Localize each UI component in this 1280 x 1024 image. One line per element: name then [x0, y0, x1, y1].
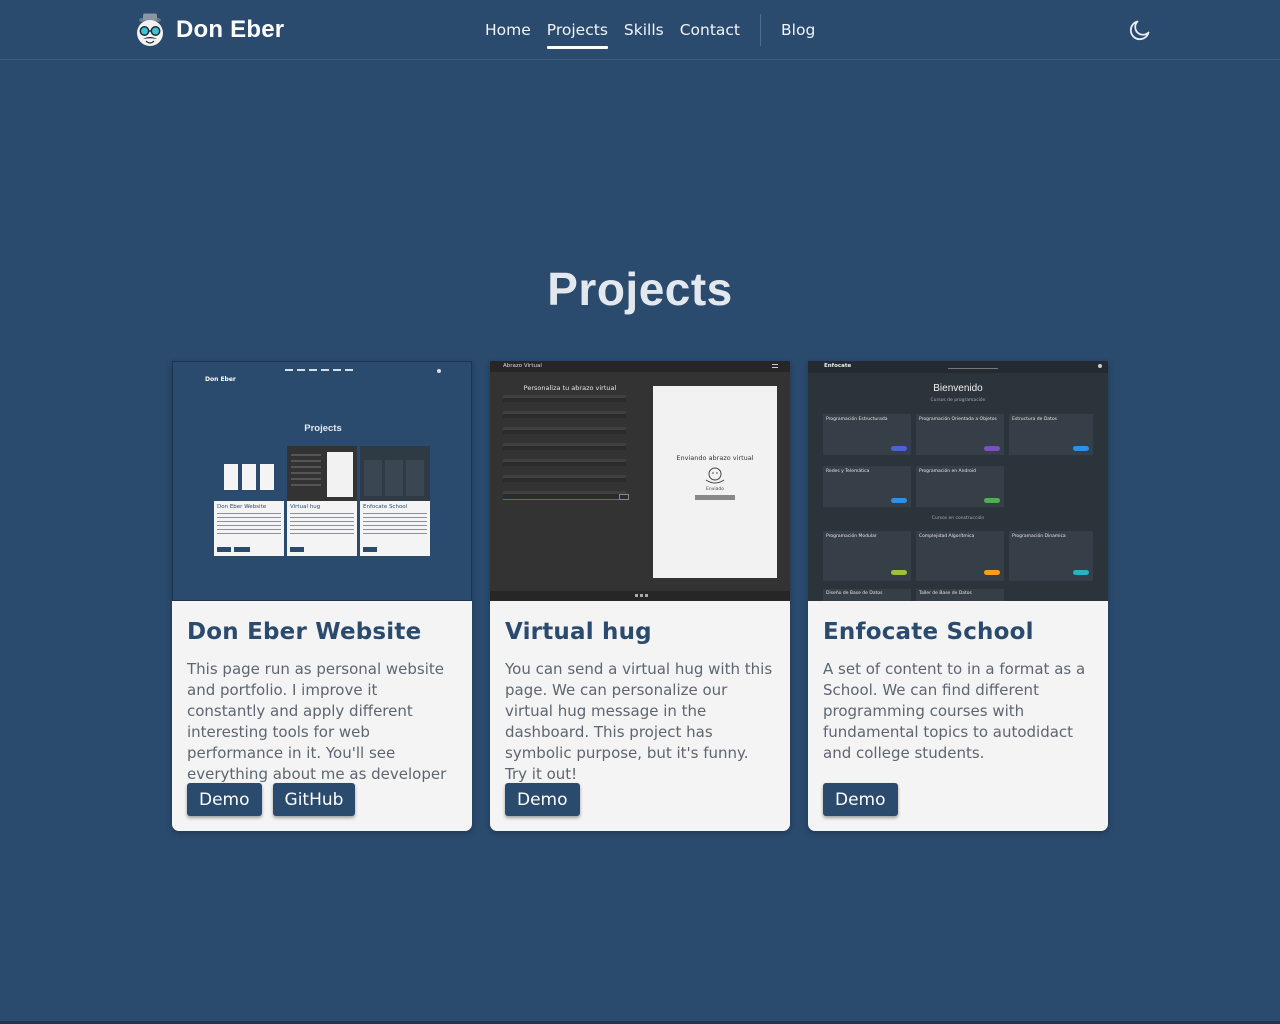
- project-title: Don Eber Website: [187, 619, 422, 645]
- thumb-nav: [285, 369, 355, 371]
- project-description: You can send a virtual hug with this pag…: [505, 660, 773, 783]
- avatar-logo-icon: [137, 13, 163, 46]
- nav-skills[interactable]: Skills: [624, 15, 664, 45]
- thumb-mini-card: Enfocate School: [360, 446, 430, 556]
- main-nav: Home Projects Skills Contact Blog: [485, 0, 831, 60]
- thumb-mini-card: Virtual hug: [287, 446, 357, 556]
- nav-contact[interactable]: Contact: [680, 15, 740, 45]
- hug-icon: [705, 467, 725, 484]
- demo-button[interactable]: Demo: [505, 783, 580, 816]
- thumb-header: Don Eber: [205, 366, 445, 383]
- thumb-menu-icon: [772, 364, 778, 368]
- project-thumbnail-don-eber[interactable]: Don Eber Projects Don Eber Website Virtu…: [172, 361, 472, 601]
- navbar: Don Eber Home Projects Skills Contact Bl…: [0, 0, 1280, 60]
- section-title: Projects: [547, 263, 733, 315]
- thumb-brand: Don Eber: [205, 376, 236, 383]
- project-card: Enfocate Bienvenido Cursos de programaci…: [808, 361, 1108, 831]
- nav-projects[interactable]: Projects: [546, 15, 609, 49]
- project-title: Virtual hug: [505, 619, 652, 645]
- thumb-moon-icon: [437, 369, 441, 373]
- project-description: This page run as personal website and po…: [187, 660, 447, 783]
- thumb-form-fields: [503, 395, 626, 495]
- project-thumbnail-enfocate[interactable]: Enfocate Bienvenido Cursos de programaci…: [808, 361, 1108, 601]
- project-card: Abrazo Virtual Personaliza tu abrazo vir…: [490, 361, 790, 831]
- nav-divider: [760, 14, 762, 46]
- project-description: A set of content to in a format as a Sch…: [823, 660, 1086, 762]
- project-card: Don Eber Projects Don Eber Website Virtu…: [172, 361, 472, 831]
- nav-home[interactable]: Home: [485, 15, 531, 45]
- brand-name: Don Eber: [176, 16, 285, 43]
- moon-icon[interactable]: [1128, 18, 1152, 42]
- thumb-header: Enfocate: [808, 361, 1108, 373]
- demo-button[interactable]: Demo: [823, 783, 898, 816]
- project-title: Enfocate School: [823, 619, 1034, 645]
- nav-blog[interactable]: Blog: [781, 15, 815, 45]
- thumb-mini-card: Don Eber Website: [214, 446, 284, 556]
- thumb-title: Projects: [304, 423, 342, 434]
- github-button[interactable]: GitHub: [272, 783, 356, 816]
- demo-button[interactable]: Demo: [187, 783, 262, 816]
- thumb-header: Abrazo Virtual: [490, 361, 790, 372]
- project-thumbnail-virtual-hug[interactable]: Abrazo Virtual Personaliza tu abrazo vir…: [490, 361, 790, 601]
- thumb-preview-panel: Enviando abrazo virtual Enviado: [653, 386, 777, 578]
- brand-link[interactable]: Don Eber: [134, 12, 284, 48]
